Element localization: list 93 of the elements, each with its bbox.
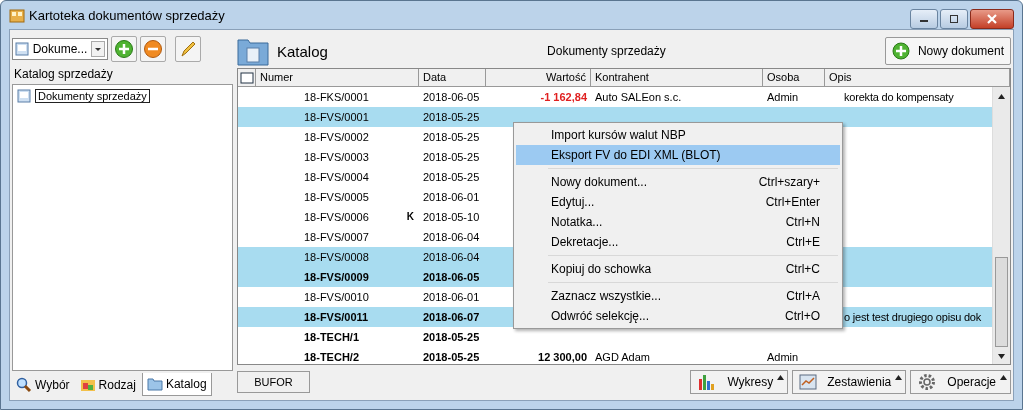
panel-tab[interactable]: Katalog bbox=[141, 373, 212, 396]
plus-icon bbox=[891, 42, 910, 60]
caret-icon bbox=[895, 375, 903, 380]
table-cell: 2018-06-01 bbox=[423, 191, 480, 203]
folder-icon bbox=[237, 36, 269, 66]
dropdown-button[interactable]: Zestawienia bbox=[792, 370, 907, 394]
tree-item[interactable]: Dokumenty sprzedaży bbox=[35, 89, 150, 103]
table-cell: 2018-06-07 bbox=[423, 311, 480, 323]
table-cell[interactable]: 18-FVS/0008 bbox=[304, 251, 369, 263]
catalog-combo[interactable]: Dokume... bbox=[12, 38, 108, 60]
table-cell[interactable]: 18-FKS/0001 bbox=[304, 91, 369, 103]
table-cell[interactable]: 18-FVS/0011 bbox=[304, 311, 369, 323]
dropdown-button[interactable]: Wykresy bbox=[690, 370, 789, 394]
maximize-icon bbox=[949, 15, 959, 23]
table-cell: 2018-06-01 bbox=[423, 291, 480, 303]
table-cell[interactable]: 18-FVS/0010 bbox=[304, 291, 369, 303]
document-icon bbox=[15, 42, 29, 56]
table-cell: korekta do kompensaty bbox=[844, 91, 954, 103]
close-button[interactable] bbox=[970, 9, 1014, 29]
table-cell: 2018-05-25 bbox=[423, 171, 480, 183]
scroll-thumb[interactable] bbox=[995, 257, 1008, 347]
dropdown-arrow-icon bbox=[91, 41, 105, 57]
search-icon bbox=[16, 376, 32, 393]
column-header[interactable]: Numer bbox=[256, 69, 419, 87]
tree-label: Katalog sprzedaży bbox=[13, 66, 114, 83]
menu-item[interactable]: Eksport FV do EDI XML (BLOT) bbox=[516, 145, 840, 165]
dropdown-button[interactable]: Operacje bbox=[910, 370, 1011, 394]
cabinet-icon bbox=[9, 7, 25, 23]
table-cell: -1 162,84 bbox=[540, 91, 587, 103]
table-cell: Admin bbox=[767, 91, 799, 103]
table-cell[interactable]: 18-FVS/0006 bbox=[304, 211, 369, 223]
minus-icon bbox=[143, 39, 163, 59]
window-title: Kartoteka dokumentów sprzedaży bbox=[29, 7, 225, 23]
close-icon bbox=[986, 14, 998, 24]
edit-button[interactable] bbox=[175, 36, 201, 62]
table-cell[interactable]: 18-FVS/0009 bbox=[304, 271, 369, 283]
add-button[interactable] bbox=[111, 36, 137, 62]
menu-item[interactable]: Kopiuj do schowka Ctrl+C bbox=[516, 259, 840, 279]
table-cell: o jest test drugiego opisu dok bbox=[844, 311, 982, 323]
menu-item[interactable]: Notatka... Ctrl+N bbox=[516, 212, 840, 232]
table-cell: 2018-05-25 bbox=[423, 111, 480, 123]
folder-icon bbox=[146, 376, 163, 392]
remove-button[interactable] bbox=[140, 36, 166, 62]
menu-item[interactable]: Dekretacje... Ctrl+E bbox=[516, 232, 840, 252]
table-cell: 2018-06-04 bbox=[423, 251, 480, 263]
caret-icon bbox=[777, 375, 785, 380]
column-header[interactable]: Data bbox=[419, 69, 486, 87]
menu-item[interactable]: Import kursów walut NBP bbox=[516, 125, 840, 145]
table-cell: AGD Adam bbox=[595, 351, 651, 363]
document-icon bbox=[17, 89, 31, 103]
menu-item[interactable]: Nowy dokument... Ctrl+szary+ bbox=[516, 172, 840, 192]
table-cell: 2018-06-05 bbox=[423, 91, 480, 103]
bufor-button[interactable]: BUFOR bbox=[237, 371, 310, 393]
column-header[interactable]: Osoba bbox=[763, 69, 825, 87]
table-cell: 2018-05-25 bbox=[423, 131, 480, 143]
maximize-button[interactable] bbox=[940, 9, 968, 29]
table-cell: Admin bbox=[767, 351, 799, 363]
table-cell[interactable]: 18-FVS/0007 bbox=[304, 231, 369, 243]
table-cell[interactable]: 18-TECH/2 bbox=[304, 351, 360, 363]
menu-item[interactable]: Edytuj... Ctrl+Enter bbox=[516, 192, 840, 212]
plus-icon bbox=[114, 39, 134, 59]
panel-subtitle: Dokumenty sprzedaży bbox=[546, 44, 667, 58]
new-document-button[interactable]: Nowy dokument bbox=[884, 37, 1011, 65]
table-cell: 2018-05-10 bbox=[423, 211, 480, 223]
table-cell: 2018-06-04 bbox=[423, 231, 480, 243]
table-cell[interactable]: 18-FVS/0003 bbox=[304, 151, 369, 163]
pencil-icon bbox=[178, 39, 198, 59]
flag-label: K bbox=[406, 211, 415, 223]
caret-icon bbox=[1000, 375, 1007, 380]
menu-item[interactable]: Zaznacz wszystkie... Ctrl+A bbox=[516, 286, 840, 306]
minimize-button[interactable] bbox=[910, 9, 938, 29]
panel-title: Katalog bbox=[277, 42, 328, 60]
vertical-scrollbar[interactable] bbox=[992, 87, 1010, 364]
table-cell[interactable]: 18-FVS/0004 bbox=[304, 171, 369, 183]
table-cell: 2018-05-25 bbox=[423, 151, 480, 163]
table-cell[interactable]: 18-TECH/1 bbox=[304, 331, 360, 343]
settings-icon bbox=[917, 372, 938, 392]
table-cell: 2018-05-25 bbox=[423, 351, 480, 363]
table-cell: Auto SALEon s.c. bbox=[595, 91, 682, 103]
line-chart-icon bbox=[799, 373, 818, 391]
table-cell: 2018-06-05 bbox=[423, 271, 480, 283]
column-header[interactable]: Kontrahent bbox=[591, 69, 763, 87]
panel-tab[interactable]: Rodzaj bbox=[75, 373, 140, 396]
table-cell[interactable]: 18-FVS/0002 bbox=[304, 131, 369, 143]
column-header[interactable]: Wartość bbox=[486, 69, 591, 87]
table-cell: 2018-05-25 bbox=[423, 331, 480, 343]
table-cell: 12 300,00 bbox=[538, 351, 587, 363]
column-header[interactable]: Opis bbox=[825, 69, 1010, 87]
panel-tab[interactable]: Wybór bbox=[12, 373, 74, 396]
select-all-checkbox[interactable] bbox=[239, 71, 254, 84]
table-cell[interactable]: 18-FVS/0001 bbox=[304, 111, 369, 123]
menu-item[interactable]: Odwróć selekcję... Ctrl+O bbox=[516, 306, 840, 326]
table-cell[interactable]: 18-FVS/0005 bbox=[304, 191, 369, 203]
